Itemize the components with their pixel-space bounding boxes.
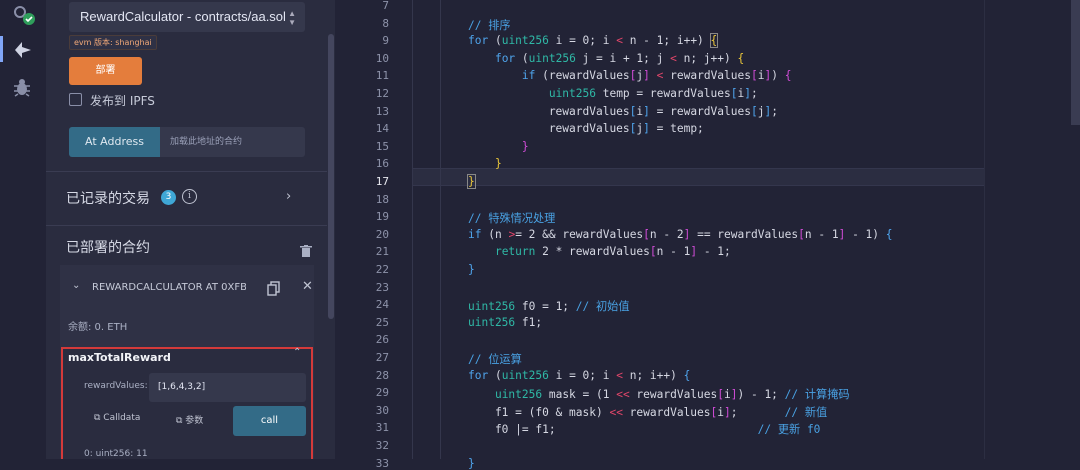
divider (46, 225, 327, 226)
function-name: maxTotalReward (68, 351, 171, 364)
line-number: 23 (375, 280, 389, 294)
calldata-copy-button[interactable]: ⧉ Calldata (94, 413, 140, 423)
line-number: 29 (375, 386, 389, 400)
evm-version-badge: evm 版本: shanghai (69, 35, 157, 50)
code-line[interactable]: f1 = (f0 & mask) << rewardValues[i]; // … (468, 404, 827, 420)
plugin-icon[interactable] (11, 2, 35, 26)
code-line[interactable]: } (467, 174, 476, 189)
line-number: 13 (375, 104, 389, 118)
code-line[interactable]: } (468, 157, 502, 170)
line-number: 8 (382, 16, 389, 30)
trash-icon[interactable] (300, 243, 312, 262)
call-button[interactable]: call (233, 406, 306, 436)
code-line[interactable]: rewardValues[j] = temp; (468, 122, 704, 135)
line-number: 7 (382, 0, 389, 12)
code-line[interactable]: uint256 mask = (1 << rewardValues[i]) - … (468, 386, 850, 402)
code-line[interactable]: rewardValues[i] = rewardValues[j]; (468, 105, 778, 118)
line-number: 16 (375, 157, 389, 171)
indent-guide (440, 0, 441, 459)
line-number: 12 (375, 87, 389, 100)
line-number: 25 (375, 315, 389, 329)
code-line[interactable]: uint256 temp = rewardValues[i]; (468, 87, 758, 100)
deploy-button[interactable]: 部署 (69, 57, 142, 85)
line-number: 17 (375, 175, 389, 188)
code-line[interactable]: if (rewardValues[j] < rewardValues[i]) { (468, 69, 792, 82)
line-number: 26 (375, 333, 389, 347)
copy-icon[interactable] (267, 281, 281, 300)
line-number: 20 (375, 227, 389, 241)
code-line[interactable]: } (468, 263, 475, 276)
contract-select-value: RewardCalculator - contracts/aa.sol (80, 9, 286, 24)
calldata-label: Calldata (103, 413, 141, 423)
publish-ipfs-checkbox[interactable] (69, 93, 82, 106)
chevron-up-icon[interactable]: ⌃ (293, 347, 301, 358)
deployed-contracts-title: 已部署的合约 (66, 240, 150, 256)
transactions-title[interactable]: 已记录的交易 (66, 188, 150, 208)
line-number: 22 (375, 263, 389, 276)
line-number: 10 (375, 51, 389, 65)
active-tab-indicator (0, 36, 3, 62)
code-line[interactable]: for (uint256 j = i + 1; j < n; j++) { (468, 52, 744, 65)
publish-ipfs-label: 发布到 IPFS (90, 94, 155, 108)
code-line[interactable]: for (uint256 i = 0; i < n; i++) { (468, 369, 690, 382)
current-line-highlight (412, 168, 984, 186)
line-number: 15 (375, 139, 389, 153)
editor-scrollbar-thumb[interactable] (1071, 0, 1080, 125)
contract-balance: 余额: 0. ETH (68, 322, 128, 333)
code-line[interactable]: // 位运算 (468, 351, 522, 367)
chevron-down-icon[interactable]: ⌄ (72, 280, 80, 291)
code-line[interactable]: uint256 f0 = 1; // 初始值 (468, 298, 630, 314)
line-number: 27 (375, 351, 389, 364)
params-copy-button[interactable]: ⧉ 参数 (176, 413, 203, 426)
copy-icon: ⧉ (176, 416, 186, 426)
call-result: 0: uint256: 11 (84, 449, 148, 459)
line-number: 31 (375, 421, 389, 435)
line-number: 11 (375, 69, 389, 83)
line-number: 9 (382, 34, 389, 48)
code-line[interactable]: for (uint256 i = 0; i < n - 1; i++) { (468, 33, 719, 49)
line-number: 24 (375, 298, 389, 312)
line-number: 30 (375, 403, 389, 417)
copy-icon: ⧉ (94, 413, 104, 423)
close-icon[interactable]: ✕ (302, 279, 313, 294)
indent-guide (412, 0, 413, 459)
code-line[interactable]: if (n >= 2 && rewardValues[n - 2] == rew… (468, 228, 893, 241)
debug-icon[interactable] (11, 77, 35, 101)
line-number: 21 (375, 245, 389, 259)
line-number: 28 (375, 368, 389, 382)
scrollbar-thumb[interactable] (328, 34, 334, 319)
deploy-run-icon[interactable] (11, 38, 35, 62)
deployed-contract-name[interactable]: REWARDCALCULATOR AT 0XFB8 (92, 282, 246, 293)
code-line[interactable]: // 排序 (468, 17, 511, 33)
at-address-button[interactable]: At Address (69, 127, 160, 157)
panel-scrollbar[interactable] (327, 0, 335, 459)
params-label: 参数 (185, 416, 204, 426)
line-number: 18 (375, 192, 389, 206)
info-icon[interactable]: i (182, 189, 197, 204)
select-arrows-icon: ▲ ▼ (288, 9, 296, 27)
line-number: 14 (375, 122, 389, 136)
transactions-count-badge: 3 (161, 190, 176, 205)
minimap[interactable] (984, 0, 1080, 459)
param-label: rewardValues: (84, 381, 148, 391)
line-number: 32 (375, 439, 389, 452)
param-input[interactable]: [1,6,4,3,2] (149, 373, 306, 402)
code-line[interactable]: uint256 f1; (468, 316, 542, 329)
chevron-right-icon[interactable]: › (286, 189, 291, 204)
code-line[interactable]: // 特殊情况处理 (468, 210, 555, 226)
icon-sidebar (0, 0, 47, 459)
code-line[interactable]: f0 |= f1; // 更新 f0 (468, 421, 820, 437)
code-line[interactable]: } (468, 140, 529, 153)
at-address-input[interactable]: 加载此地址的合约 (160, 127, 305, 157)
divider (46, 171, 327, 172)
line-number: 19 (375, 210, 389, 224)
contract-select[interactable]: RewardCalculator - contracts/aa.sol ▲ ▼ (69, 2, 305, 32)
code-line[interactable]: return 2 * rewardValues[n - 1] - 1; (468, 245, 731, 258)
